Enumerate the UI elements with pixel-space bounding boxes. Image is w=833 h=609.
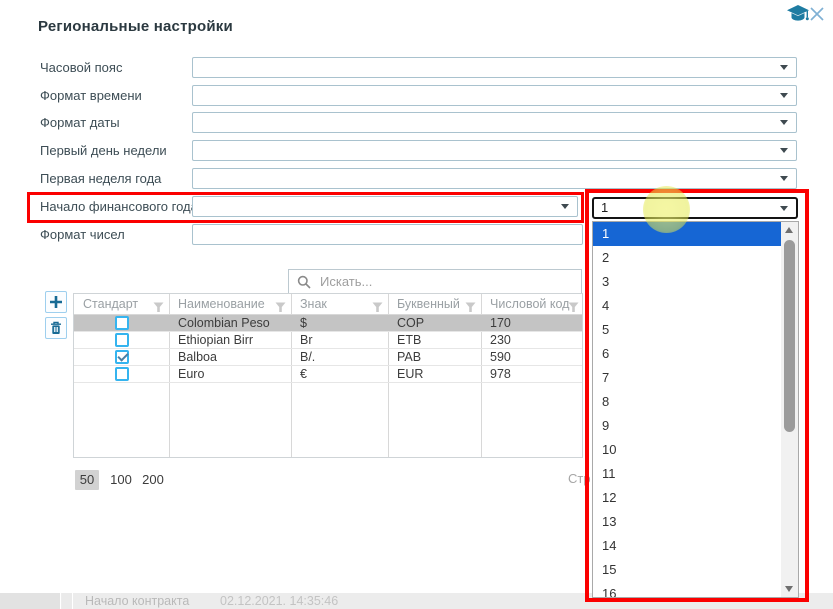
option-item[interactable]: 8 xyxy=(593,390,781,414)
page-size-100[interactable]: 100 xyxy=(107,470,135,490)
option-item[interactable]: 11 xyxy=(593,462,781,486)
chevron-down-icon xyxy=(780,93,788,98)
field-label-date-format: Формат даты xyxy=(40,112,120,133)
date-format-select[interactable]: 04.11.2021. xyxy=(192,112,797,133)
chevron-down-icon xyxy=(561,204,569,209)
field-label-first-weekday: Первый день недели xyxy=(40,140,167,161)
currency-table: Стандарт Наименование Знак Буквенный код… xyxy=(73,293,583,458)
delete-currency-button[interactable] xyxy=(45,317,67,339)
option-item[interactable]: 9 xyxy=(593,414,781,438)
field-label-number-format: Формат чисел xyxy=(40,224,125,245)
chevron-down-icon xyxy=(780,176,788,181)
background-cell xyxy=(0,593,61,609)
currency-alpha-code: COP xyxy=(388,315,481,331)
currency-name: Euro xyxy=(169,366,291,382)
option-item[interactable]: 12 xyxy=(593,486,781,510)
currency-num-code: 978 xyxy=(481,366,584,382)
background-cell xyxy=(62,593,73,609)
standard-checkbox[interactable] xyxy=(115,333,129,347)
month-number-option-list: 1 2 3 4 5 6 7 8 9 10 11 12 13 14 15 16 xyxy=(592,221,799,598)
table-header: Стандарт Наименование Знак Буквенный код… xyxy=(74,294,582,315)
header-label: Наименование xyxy=(178,297,265,311)
search-icon xyxy=(297,275,311,289)
contract-start-label: Начало контракта xyxy=(85,594,189,608)
first-weekday-select[interactable]: Понедельник xyxy=(192,140,797,161)
page-size-50[interactable]: 50 xyxy=(75,470,99,490)
currency-search xyxy=(288,269,582,294)
header-num-code[interactable]: Числовой код xyxy=(481,294,584,315)
currency-sign: Br xyxy=(291,332,388,348)
field-label-first-week: Первая неделя года xyxy=(40,168,161,189)
currency-num-code: 590 xyxy=(481,349,584,365)
plus-icon xyxy=(49,295,63,309)
header-sign[interactable]: Знак xyxy=(291,294,388,315)
field-label-time-format: Формат времени xyxy=(40,85,142,106)
option-item[interactable]: 16 xyxy=(593,582,781,598)
currency-name: Ethiopian Birr xyxy=(169,332,291,348)
chevron-down-icon xyxy=(780,206,788,211)
time-format-select[interactable]: 9:00 (24 часа) xyxy=(192,85,797,106)
currency-alpha-code: EUR xyxy=(388,366,481,382)
currency-sign: B/. xyxy=(291,349,388,365)
currency-name: Colombian Peso xyxy=(169,315,291,331)
option-item[interactable]: 6 xyxy=(593,342,781,366)
currency-alpha-code: ETB xyxy=(388,332,481,348)
option-item[interactable]: 14 xyxy=(593,534,781,558)
table-row[interactable]: Balboa B/. PAB 590 xyxy=(74,349,582,366)
chevron-down-icon xyxy=(780,120,788,125)
timezone-select[interactable]: (+02:00) CEST Europe / Berlin xyxy=(192,57,797,78)
option-item[interactable]: 13 xyxy=(593,510,781,534)
currency-sign: € xyxy=(291,366,388,382)
table-row[interactable]: Euro € EUR 978 xyxy=(74,366,582,383)
option-item[interactable]: 5 xyxy=(593,318,781,342)
currency-num-code: 170 xyxy=(481,315,584,331)
standard-checkbox[interactable] xyxy=(115,316,129,330)
header-label: Стандарт xyxy=(83,297,138,311)
search-input[interactable] xyxy=(320,274,550,289)
option-item[interactable]: 3 xyxy=(593,270,781,294)
fiscal-month-number-combobox[interactable]: 1 xyxy=(592,197,798,219)
option-item[interactable]: 1 xyxy=(593,222,781,246)
scroll-up-icon[interactable] xyxy=(781,222,798,238)
header-alpha-code[interactable]: Буквенный код xyxy=(388,294,481,315)
scrollbar-thumb[interactable] xyxy=(784,240,795,432)
trash-icon xyxy=(50,321,62,335)
annotation-red-box-month-dropdown: 1 1 2 3 4 5 6 7 8 9 10 11 12 13 14 15 16 xyxy=(585,189,809,602)
option-item[interactable]: 7 xyxy=(593,366,781,390)
header-name[interactable]: Наименование xyxy=(169,294,291,315)
chevron-down-icon xyxy=(780,65,788,70)
scrollbar[interactable] xyxy=(781,222,798,597)
table-row[interactable]: Colombian Peso $ COP 170 xyxy=(74,315,582,332)
education-help-icon[interactable] xyxy=(786,4,810,30)
header-label: Знак xyxy=(300,297,327,311)
close-icon[interactable] xyxy=(809,6,825,27)
page-size-200[interactable]: 200 xyxy=(139,470,167,490)
field-label-fiscal-year-start: Начало финансового года xyxy=(40,196,198,217)
option-item[interactable]: 2 xyxy=(593,246,781,270)
standard-checkbox[interactable] xyxy=(115,367,129,381)
table-row[interactable]: Ethiopian Birr Br ETB 230 xyxy=(74,332,582,349)
page-info-fragment: Стр xyxy=(568,471,591,486)
contract-start-value: 02.12.2021. 14:35:46 xyxy=(220,594,338,608)
standard-checkbox[interactable] xyxy=(115,350,129,364)
header-label: Числовой код xyxy=(490,297,569,311)
option-item[interactable]: 4 xyxy=(593,294,781,318)
field-label-timezone: Часовой пояс xyxy=(40,57,122,78)
chevron-down-icon xyxy=(780,148,788,153)
add-currency-button[interactable] xyxy=(45,291,67,313)
option-item[interactable]: 10 xyxy=(593,438,781,462)
currency-num-code: 230 xyxy=(481,332,584,348)
page-title: Региональные настройки xyxy=(38,18,233,35)
fiscal-year-start-select[interactable]: Январь xyxy=(192,196,578,217)
first-week-select[interactable]: Неделя, содержащая январь 6 (например в … xyxy=(192,168,797,189)
currency-sign: $ xyxy=(291,315,388,331)
option-item[interactable]: 15 xyxy=(593,558,781,582)
scroll-down-icon[interactable] xyxy=(781,581,798,597)
currency-name: Balboa xyxy=(169,349,291,365)
number-format-select[interactable]: 1 234,56 | -1 234,56 xyxy=(192,224,583,245)
fiscal-month-number-value: 1 xyxy=(601,200,608,215)
header-standard[interactable]: Стандарт xyxy=(74,294,169,315)
currency-alpha-code: PAB xyxy=(388,349,481,365)
